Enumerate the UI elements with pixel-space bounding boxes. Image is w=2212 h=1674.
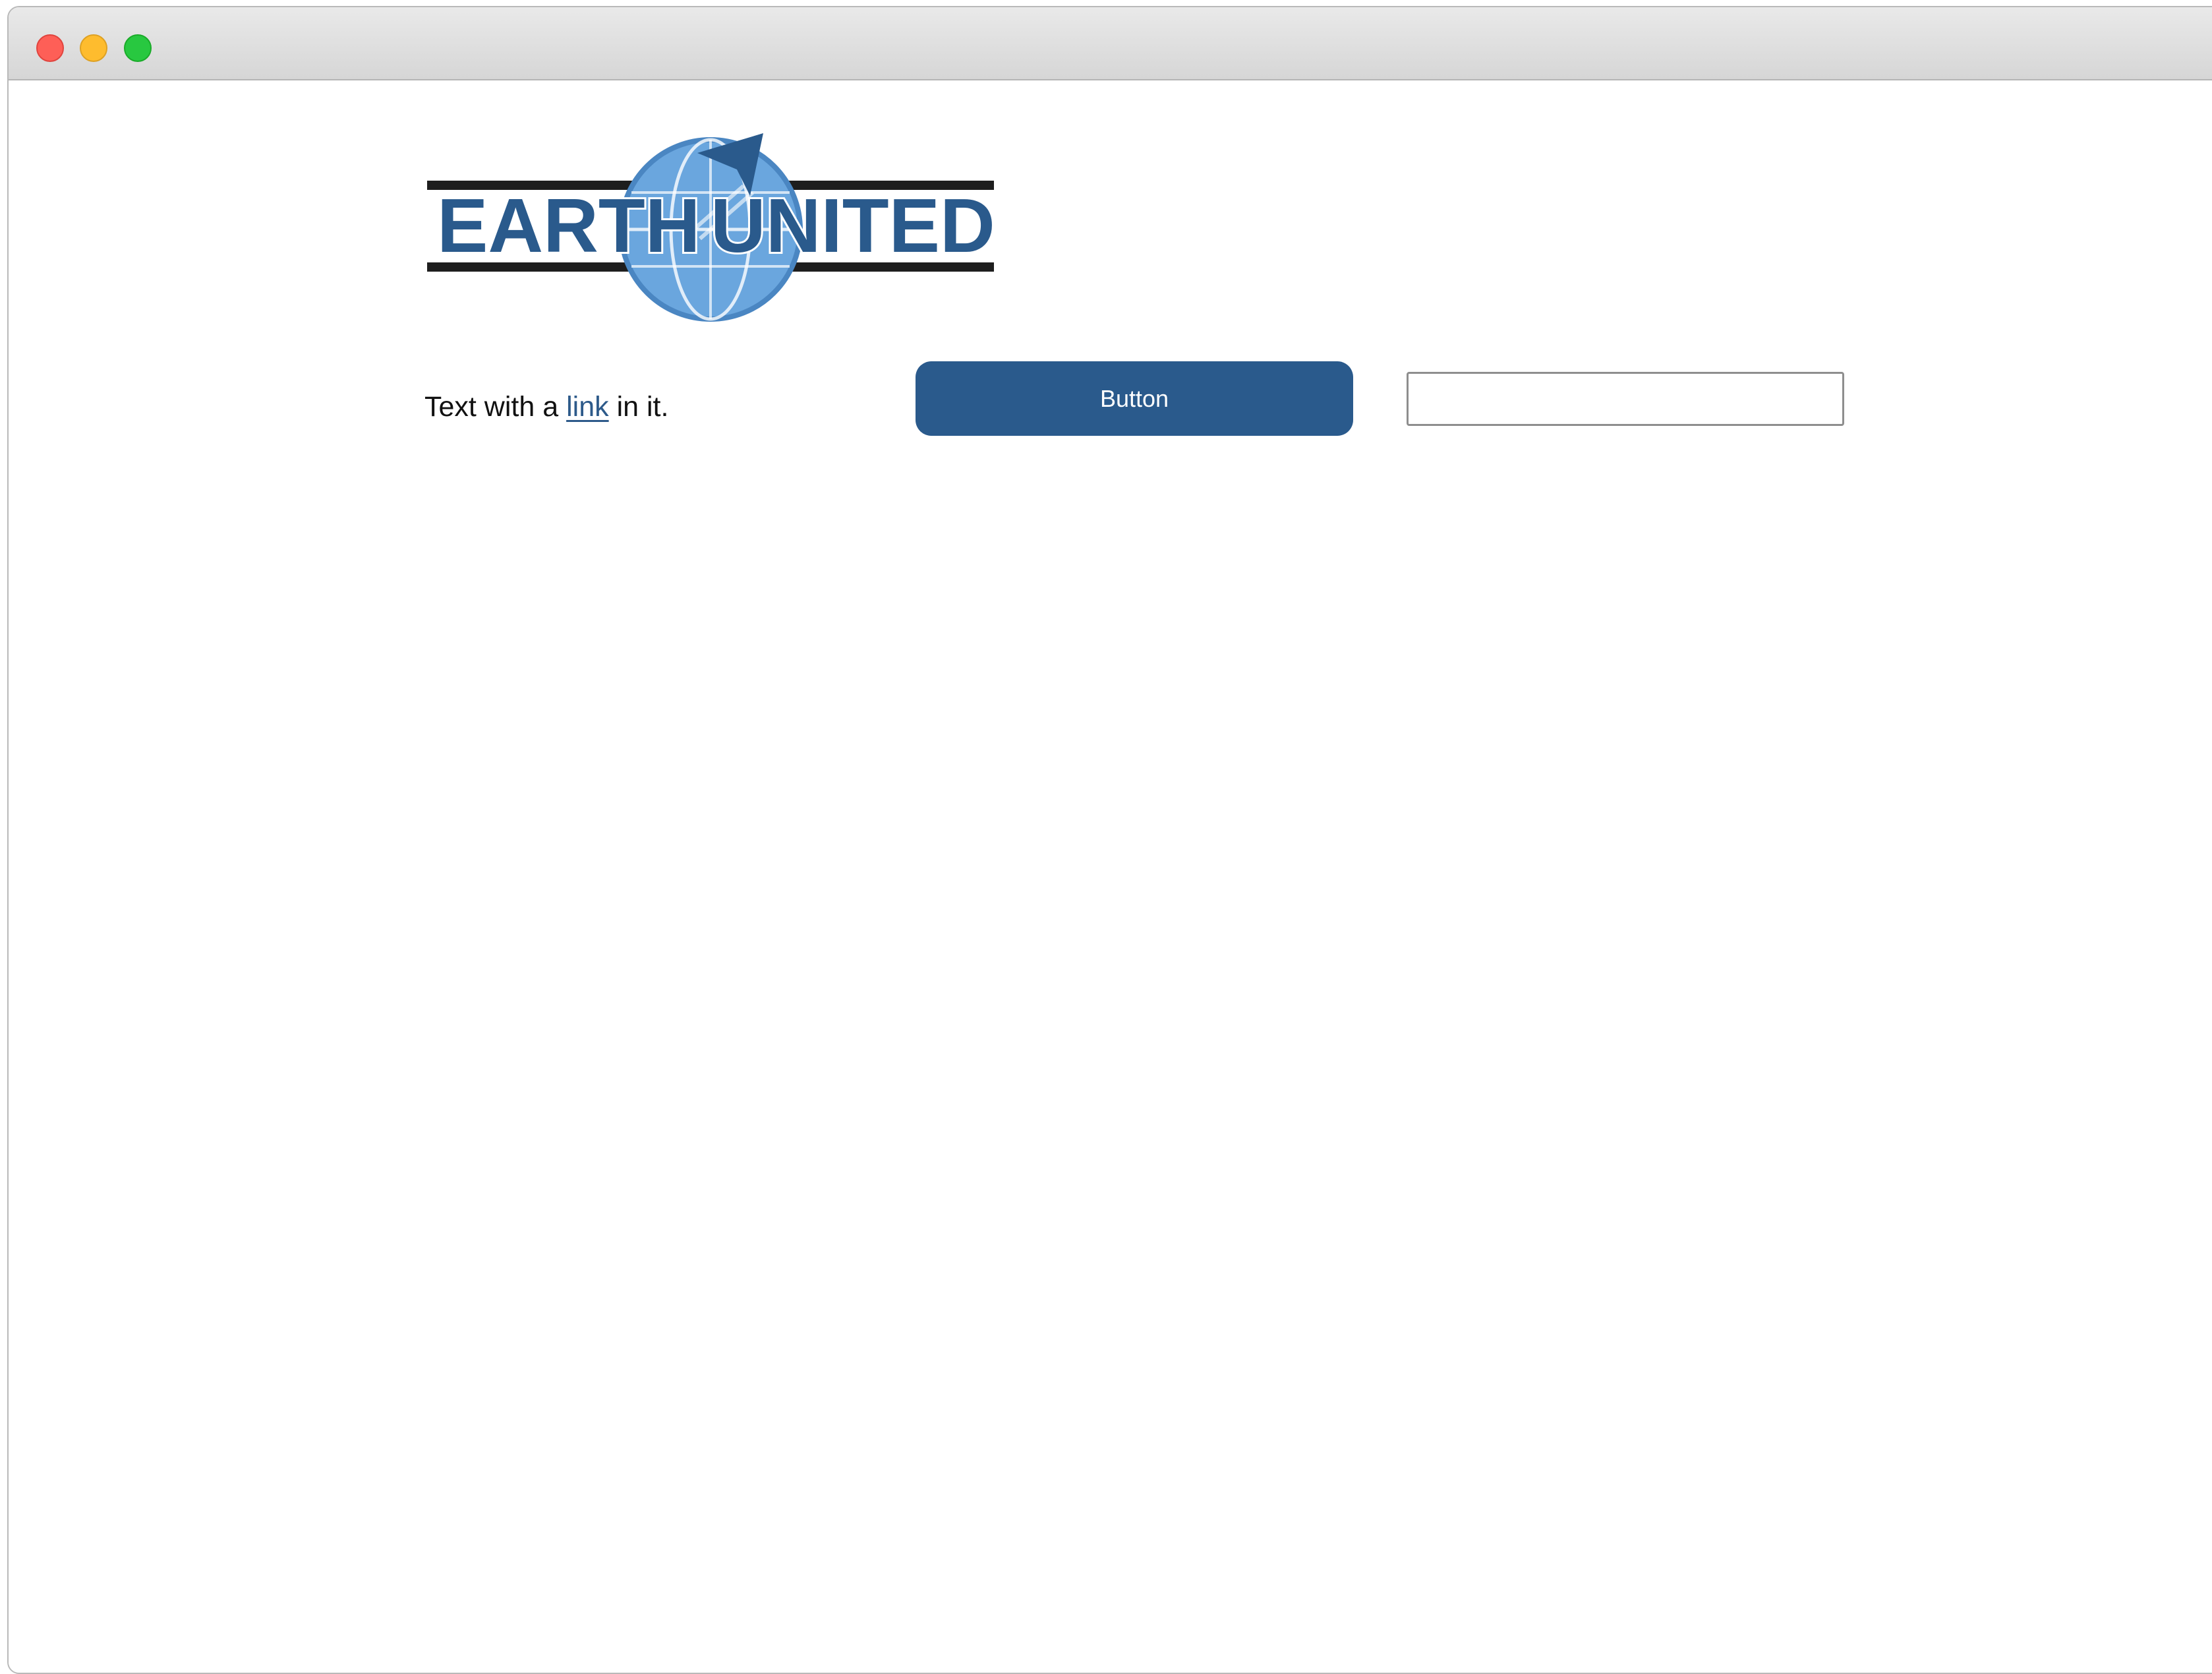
logo-text-left: EARTH — [437, 183, 701, 268]
text-input[interactable] — [1407, 372, 1844, 426]
maximize-window-icon[interactable] — [124, 34, 152, 62]
text-before-link: Text with a — [424, 391, 567, 423]
minimize-window-icon[interactable] — [80, 34, 107, 62]
close-window-icon[interactable] — [36, 34, 64, 62]
text-with-link: Text with a link in it. — [424, 377, 668, 436]
browser-window: EARTH UNITED Text with a link in it. But… — [7, 6, 2212, 1674]
page-content: EARTH UNITED Text with a link in it. But… — [9, 80, 2212, 1673]
text-after-link: in it. — [608, 391, 669, 423]
earth-united-logo: EARTH UNITED — [427, 133, 994, 322]
primary-button[interactable]: Button — [916, 361, 1353, 436]
window-titlebar[interactable] — [9, 7, 2212, 80]
logo-text-right: UNITED — [711, 183, 994, 268]
inline-link[interactable]: link — [566, 391, 609, 423]
